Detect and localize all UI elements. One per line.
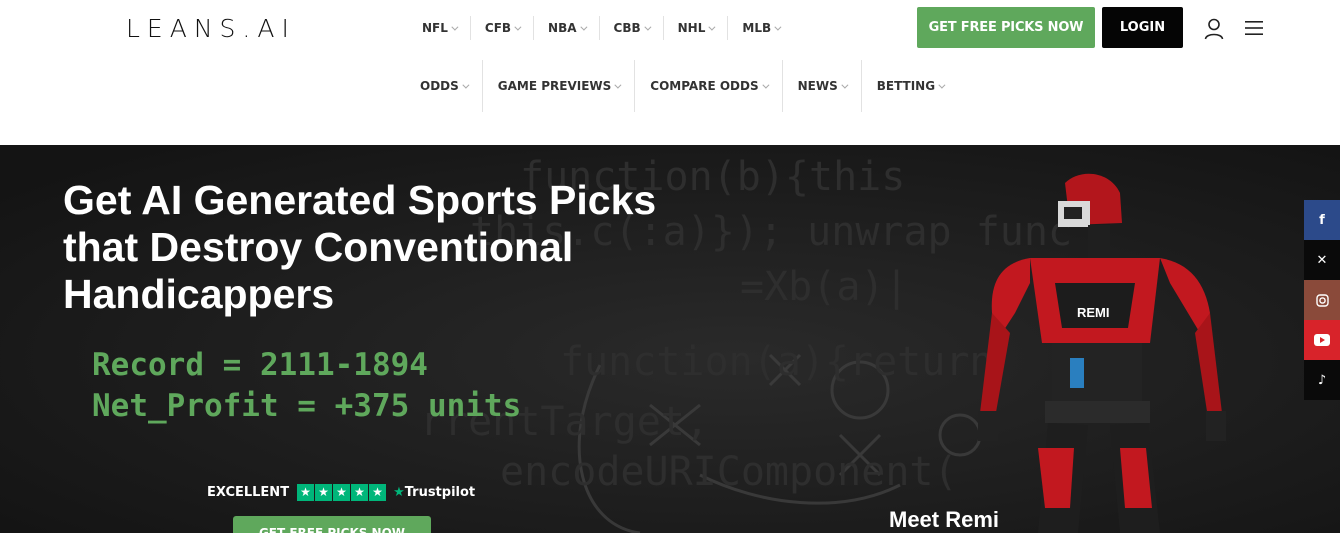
robot-badge: REMI	[1077, 305, 1110, 320]
chevron-down-icon	[579, 23, 587, 31]
star-icon: ★	[333, 484, 351, 501]
sports-nav: NFL CFB NBA CBB NHL MLB	[408, 16, 793, 40]
login-button[interactable]: LOGIN	[1102, 7, 1183, 48]
nav-label: NEWS	[797, 79, 838, 93]
nav-item-news[interactable]: NEWS	[783, 60, 862, 112]
site-header: LEANS.AI NFL CFB NBA CBB NHL MLB ODDS GA…	[0, 0, 1340, 145]
nav-item-cfb[interactable]: CFB	[471, 16, 535, 40]
youtube-icon	[1314, 334, 1330, 346]
chevron-down-icon	[614, 81, 622, 89]
site-logo[interactable]: LEANS.AI	[126, 14, 350, 44]
nav-label: MLB	[742, 21, 772, 35]
trustpilot-label: Trustpilot	[404, 485, 476, 500]
svg-text:function(a){return: function(a){return	[560, 339, 993, 385]
nav-label: ODDS	[420, 79, 459, 93]
nav-item-game-previews[interactable]: GAME PREVIEWS	[483, 60, 636, 112]
user-icon[interactable]	[1204, 18, 1224, 40]
nav-item-mlb[interactable]: MLB	[728, 16, 793, 40]
nav-item-betting[interactable]: BETTING	[862, 60, 958, 112]
chevron-down-icon	[938, 81, 946, 89]
instagram-button[interactable]	[1304, 280, 1340, 320]
svg-text:encodeURIComponent(: encodeURIComponent(	[500, 449, 958, 495]
nav-item-odds[interactable]: ODDS	[405, 60, 483, 112]
logo-text: LEANS.AI	[126, 14, 296, 43]
stats-block: Record = 2111-1894 Net_Profit = +375 unit…	[92, 345, 521, 427]
star-icon: ★	[315, 484, 333, 501]
facebook-icon: f	[1319, 212, 1325, 228]
chevron-down-icon	[462, 81, 470, 89]
chevron-down-icon	[644, 23, 652, 31]
net-profit-line: Net_Profit = +375 units	[92, 388, 522, 424]
nav-label: NFL	[422, 21, 448, 35]
star-icon: ★	[351, 484, 369, 501]
nav-label: NHL	[677, 21, 706, 35]
nav-item-compare-odds[interactable]: COMPARE ODDS	[635, 60, 783, 112]
chevron-down-icon	[774, 23, 782, 31]
trustpilot-star-icon: ★	[393, 485, 405, 500]
meet-remi-heading: Meet Remi	[889, 507, 1000, 532]
robot-remi-image: REMI	[978, 173, 1226, 533]
social-share-rail: f ✕ ♪	[1304, 200, 1340, 400]
chevron-down-icon	[841, 81, 849, 89]
hero-section: function(b){this this.c(:a)}); unwrap fu…	[0, 145, 1340, 533]
trustpilot-stars: ★ ★ ★ ★ ★	[297, 484, 387, 501]
trust-rating-label: EXCELLENT	[207, 485, 290, 500]
main-nav: ODDS GAME PREVIEWS COMPARE ODDS NEWS BET…	[405, 60, 958, 112]
chevron-down-icon	[514, 23, 522, 31]
chevron-down-icon	[451, 23, 459, 31]
nav-item-nba[interactable]: NBA	[534, 16, 600, 40]
nav-label: NBA	[548, 21, 577, 35]
svg-text:=Xb(a)|: =Xb(a)|	[740, 264, 909, 310]
trustpilot-logo: ★Trustpilot	[393, 485, 475, 500]
x-button[interactable]: ✕	[1304, 240, 1340, 280]
nav-label: COMPARE ODDS	[650, 79, 759, 93]
nav-label: GAME PREVIEWS	[497, 79, 612, 93]
hamburger-menu-icon[interactable]	[1245, 20, 1263, 36]
instagram-icon	[1315, 293, 1329, 307]
trustpilot-rating[interactable]: EXCELLENT ★ ★ ★ ★ ★ ★Trustpilot	[207, 484, 475, 501]
tiktok-button[interactable]: ♪	[1304, 360, 1340, 400]
chevron-down-icon	[761, 81, 770, 89]
tiktok-icon: ♪	[1317, 372, 1327, 388]
nav-label: BETTING	[876, 79, 936, 93]
star-icon: ★	[369, 484, 387, 501]
hero-get-free-picks-button[interactable]: GET FREE PICKS NOW	[233, 516, 431, 533]
facebook-button[interactable]: f	[1304, 200, 1340, 240]
x-icon: ✕	[1316, 252, 1328, 268]
youtube-button[interactable]	[1304, 320, 1340, 360]
nav-label: CBB	[613, 21, 641, 35]
hero-title: Get AI Generated Sports Picks that Destr…	[63, 177, 657, 317]
nav-item-nfl[interactable]: NFL	[408, 16, 471, 40]
record-line: Record = 2111-1894	[92, 347, 428, 383]
star-icon: ★	[297, 484, 315, 501]
nav-item-nhl[interactable]: NHL	[664, 16, 729, 40]
nav-label: CFB	[484, 21, 512, 35]
nav-item-cbb[interactable]: CBB	[600, 16, 664, 40]
get-free-picks-button[interactable]: GET FREE PICKS NOW	[917, 7, 1095, 48]
chevron-down-icon	[708, 23, 716, 31]
